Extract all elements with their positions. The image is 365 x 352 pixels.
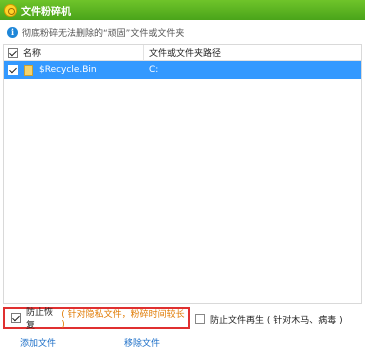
footer: 防止恢复 ( 针对隐私文件，粉碎时间较长 ) 防止文件再生 ( 针对木马、病毒 …	[0, 304, 365, 352]
row-name: $Recycle.Bin	[39, 65, 97, 75]
column-name-label: 名称	[23, 49, 42, 59]
remove-file-link[interactable]: 移除文件	[124, 336, 160, 349]
prevent-restore-hint: ( 针对隐私文件，粉碎时间较长 )	[61, 309, 185, 330]
row-checkbox[interactable]	[8, 65, 18, 75]
add-file-link[interactable]: 添加文件	[20, 336, 56, 349]
shredder-app-icon	[4, 3, 17, 17]
folder-icon	[24, 64, 33, 76]
info-banner: i 彻底粉碎无法删除的“顽固”文件或文件夹	[0, 20, 365, 44]
prevent-regen-option[interactable]: 防止文件再生 ( 针对木马、病毒 )	[195, 309, 343, 329]
window-title: 文件粉碎机	[21, 6, 71, 18]
info-icon: i	[7, 26, 18, 38]
prevent-restore-label: 防止恢复	[26, 308, 54, 331]
column-name[interactable]: 名称	[4, 45, 144, 60]
prevent-regen-label: 防止文件再生 ( 针对木马、病毒 )	[210, 315, 343, 326]
table-row[interactable]: $Recycle.Bin C:	[4, 61, 361, 79]
info-text: 彻底粉碎无法删除的“顽固”文件或文件夹	[22, 28, 185, 39]
row-path: C:	[149, 65, 159, 75]
prevent-restore-option[interactable]: 防止恢复 ( 针对隐私文件，粉碎时间较长 )	[3, 307, 190, 331]
prevent-restore-checkbox[interactable]	[11, 313, 21, 323]
list-header: 名称 文件或文件夹路径	[4, 45, 361, 61]
prevent-regen-checkbox[interactable]	[195, 314, 205, 324]
title-bar: 文件粉碎机	[0, 0, 365, 20]
file-list[interactable]: 名称 文件或文件夹路径 $Recycle.Bin C:	[3, 44, 362, 304]
select-all-checkbox[interactable]	[8, 47, 18, 58]
row-name-cell: $Recycle.Bin	[4, 61, 144, 79]
column-path-label[interactable]: 文件或文件夹路径	[144, 46, 221, 59]
